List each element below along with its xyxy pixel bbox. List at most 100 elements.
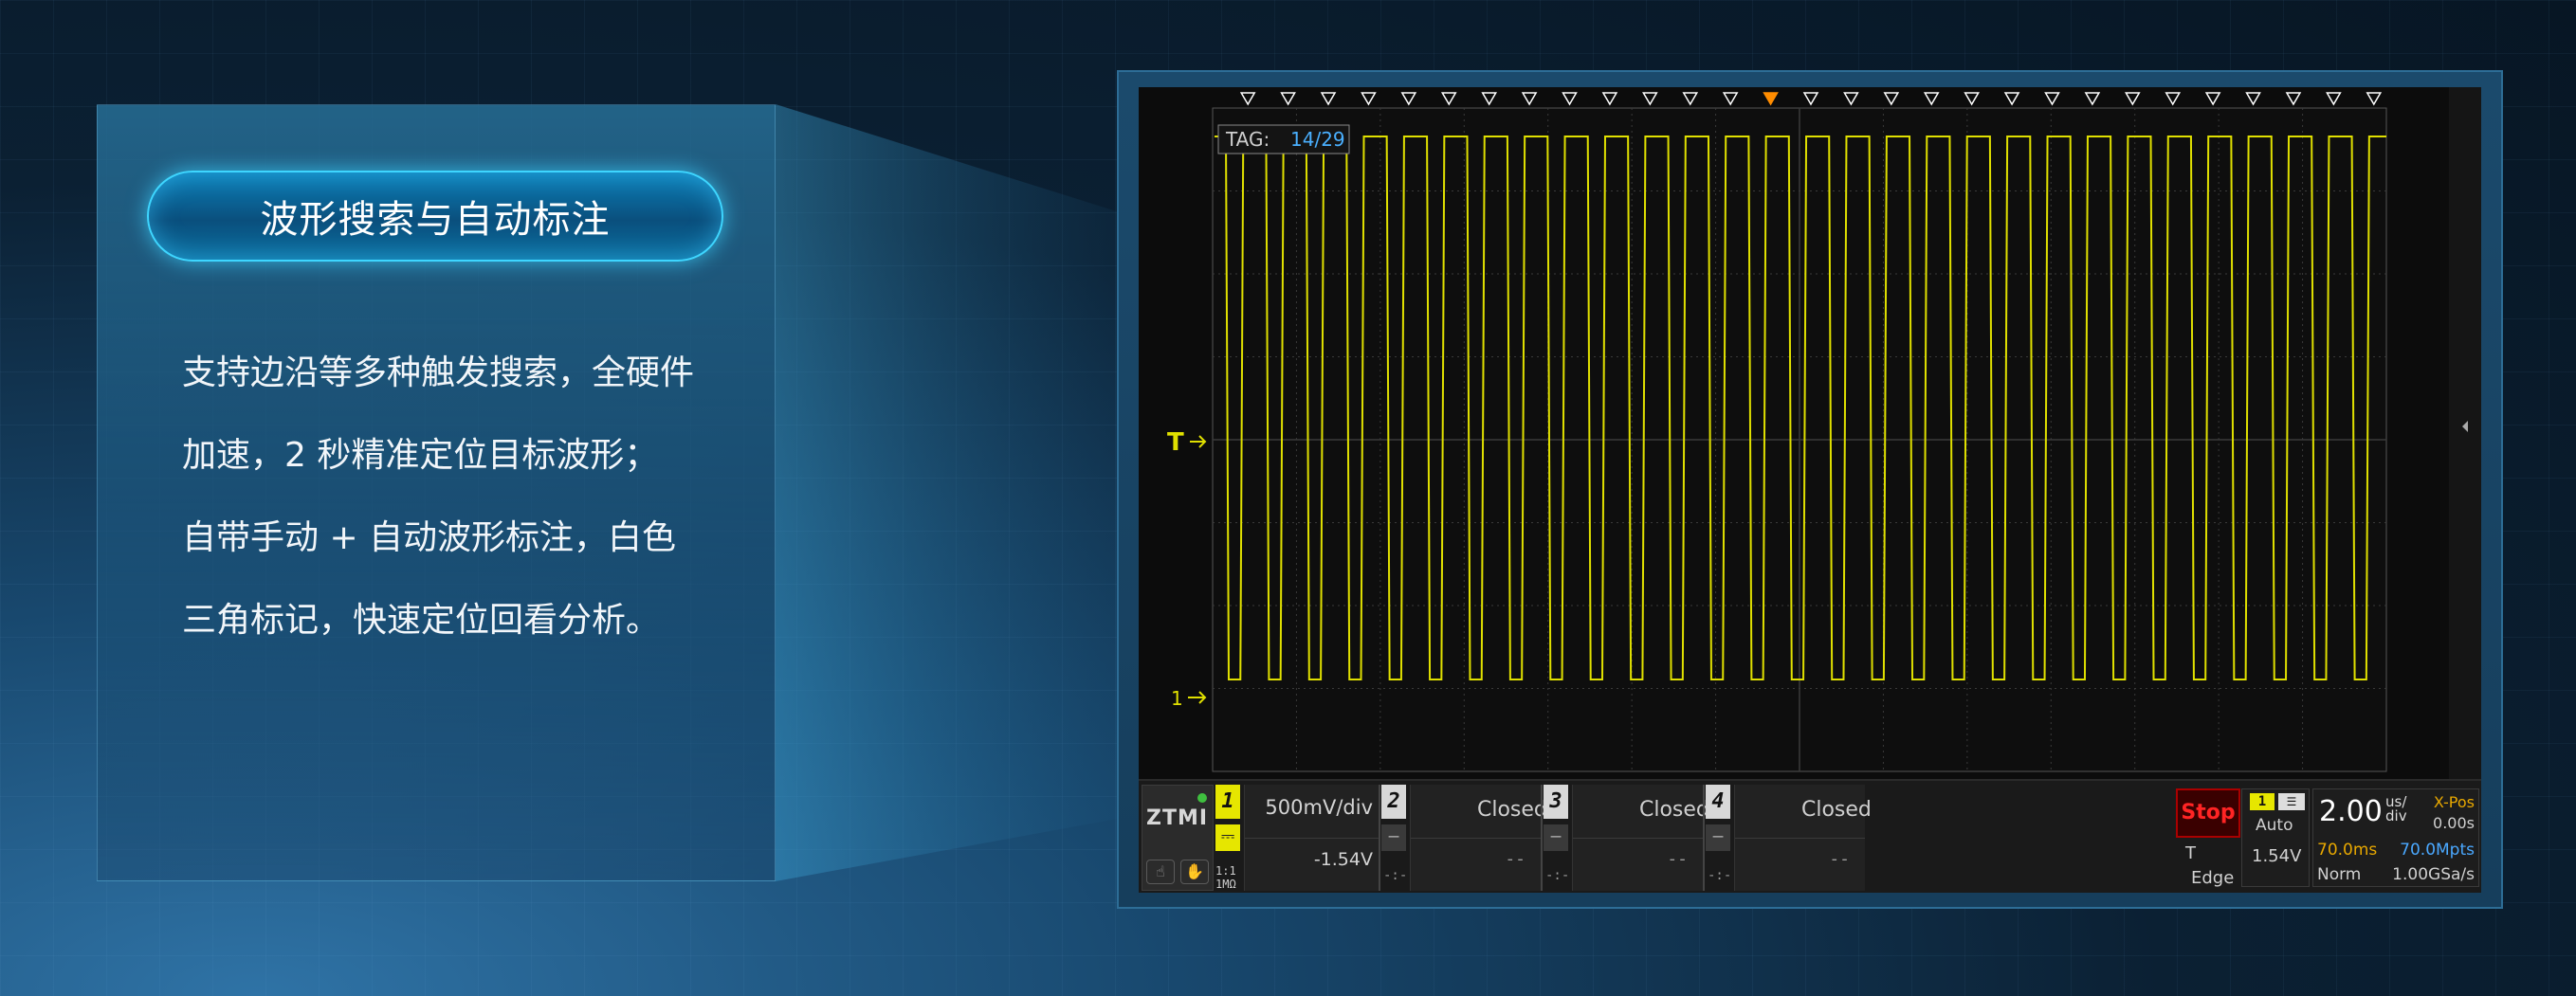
touch-icon[interactable]: ☝ xyxy=(1146,860,1175,884)
record-points: 70.0Mpts xyxy=(2400,841,2475,860)
channel-3-sub: -:- xyxy=(1545,868,1570,883)
trigger-menu-icon: ☰ xyxy=(2278,793,2305,810)
timebase-unit: us/ div xyxy=(2385,795,2407,824)
status-led-icon xyxy=(1197,793,1207,803)
search-mark-icon[interactable] xyxy=(1521,92,1538,106)
sample-rate: 1.00GSa/s xyxy=(2392,865,2475,884)
waveform-display[interactable]: TAG: 14/29 T 1 xyxy=(1139,87,2481,779)
acquisition-mode: Norm xyxy=(2317,865,2362,884)
channel-2-values: Closed -- xyxy=(1410,785,1547,891)
channel-2-sub: -:- xyxy=(1383,868,1408,883)
channel-4-panel[interactable]: 4 – -:- Closed -- xyxy=(1706,785,1872,891)
search-mark-icon[interactable] xyxy=(2003,92,2020,106)
input-impedance: 1MΩ xyxy=(1215,878,1236,891)
trigger-source-label: T xyxy=(2185,843,2196,863)
search-mark-icon[interactable] xyxy=(2084,92,2101,106)
search-mark-icon[interactable] xyxy=(2204,92,2221,106)
search-mark-icon[interactable] xyxy=(1802,92,1819,106)
tag-label: TAG: xyxy=(1225,128,1270,151)
trigger-level: 1.54V xyxy=(2252,846,2302,866)
channel-1-panel[interactable]: 1 ⎓ 1:1 1MΩ 500mV/div -1.54V xyxy=(1215,785,1379,891)
search-mark-icon[interactable] xyxy=(1964,92,1980,106)
trigger-panel[interactable]: 1 ☰ Auto 1.54V xyxy=(2241,788,2310,887)
channel-4-values: Closed -- xyxy=(1734,785,1872,891)
trigger-channel-badge: 1 xyxy=(2250,793,2275,810)
search-mark-icon[interactable] xyxy=(2125,92,2141,106)
search-mark-icon[interactable] xyxy=(2044,92,2060,106)
channel-2-panel[interactable]: 2 – -:- Closed -- xyxy=(1381,785,1547,891)
search-mark-icon[interactable] xyxy=(2326,92,2342,106)
channel-2-coupling-icon: – xyxy=(1381,824,1406,851)
channel-4-value: -- xyxy=(1829,849,1850,869)
channel-1-scale: 500mV/div xyxy=(1265,796,1373,819)
trigger-arrow-icon xyxy=(1190,435,1207,448)
channel-1-values: 500mV/div -1.54V xyxy=(1244,785,1379,891)
channel-2-number: 2 xyxy=(1381,785,1406,819)
search-mark-icon[interactable] xyxy=(1843,92,1859,106)
search-mark-icon[interactable] xyxy=(2245,92,2261,106)
trigger-type: Edge xyxy=(2191,868,2235,888)
channel-3-coupling-icon: – xyxy=(1544,824,1568,851)
feature-description: 支持边沿等多种触发搜索，全硬件 加速，2 秒精准定位目标波形； 自带手动 + 自… xyxy=(182,332,751,661)
channel-4-sub: -:- xyxy=(1708,868,1732,883)
xpos-label: X-Pos xyxy=(2433,793,2475,811)
channel-2-value: -- xyxy=(1505,849,1526,869)
search-mark-icon[interactable] xyxy=(1642,92,1658,106)
channel-3-panel[interactable]: 3 – -:- Closed -- xyxy=(1544,785,1709,891)
divider xyxy=(1703,785,1705,891)
description-line: 自带手动 + 自动波形标注，白色 xyxy=(182,518,677,557)
right-side-strip xyxy=(2449,87,2481,779)
search-mark-icon[interactable] xyxy=(1239,92,1256,106)
brand-logo-button[interactable]: ZTMI ☝ ✋ xyxy=(1142,785,1214,891)
hand-icon[interactable]: ✋ xyxy=(1180,860,1209,884)
channel-1-number: 1 xyxy=(1215,785,1240,819)
search-mark-icon[interactable] xyxy=(2366,92,2383,106)
search-mark-icon[interactable] xyxy=(2165,92,2182,106)
channel-1-impedance: 1:1 1MΩ xyxy=(1215,864,1244,891)
tag-counter: 14/29 xyxy=(1290,128,1345,151)
channel-3-value: -- xyxy=(1667,849,1688,869)
search-mark-icon[interactable] xyxy=(1682,92,1699,106)
channel-3-status: Closed xyxy=(1639,798,1709,822)
current-search-mark-icon[interactable] xyxy=(1763,92,1779,106)
search-mark-icon[interactable] xyxy=(2285,92,2302,106)
search-mark-icon[interactable] xyxy=(1481,92,1497,106)
xpos-value: 0.00s xyxy=(2433,814,2475,832)
channel-4-coupling-icon: – xyxy=(1706,824,1730,851)
trigger-level-marker[interactable]: T xyxy=(1167,428,1184,457)
timebase-value: 2.00 xyxy=(2319,795,2383,828)
search-mark-icon[interactable] xyxy=(1400,92,1417,106)
divider xyxy=(1541,785,1543,891)
record-length-time: 70.0ms xyxy=(2317,841,2378,860)
search-mark-icon[interactable] xyxy=(1722,92,1739,106)
channel-3-number: 3 xyxy=(1544,785,1568,819)
channel-1-offset: -1.54V xyxy=(1313,849,1373,870)
channel-4-status: Closed xyxy=(1801,798,1872,822)
run-stop-button[interactable]: Stop xyxy=(2176,788,2240,838)
trigger-mode: Auto xyxy=(2256,816,2293,835)
description-line: 支持边沿等多种触发搜索，全硬件 xyxy=(182,353,695,392)
oscilloscope-screen: TAG: 14/29 T 1 ZTMI ☝ ✋ 1 ⎓ 1:1 1MΩ 500mV/d… xyxy=(1139,87,2481,893)
feature-title: 波形搜索与自动标注 xyxy=(147,171,723,262)
search-mark-icon[interactable] xyxy=(1440,92,1457,106)
channel-3-values: Closed -- xyxy=(1572,785,1709,891)
dc-coupling-icon: ⎓ xyxy=(1215,824,1240,851)
search-mark-icon[interactable] xyxy=(1601,92,1618,106)
search-mark-icon[interactable] xyxy=(1280,92,1296,106)
search-mark-icon[interactable] xyxy=(1361,92,1377,106)
divider xyxy=(1379,785,1380,891)
search-mark-icon[interactable] xyxy=(1883,92,1900,106)
search-mark-icon[interactable] xyxy=(1923,92,1940,106)
channel-arrow-icon xyxy=(1188,691,1207,704)
brand-logo: ZTMI xyxy=(1146,806,1209,830)
search-mark-icon[interactable] xyxy=(1320,92,1337,106)
probe-ratio: 1:1 xyxy=(1215,864,1236,878)
description-line: 加速，2 秒精准定位目标波形； xyxy=(182,436,659,475)
channel-1-offset-marker[interactable]: 1 xyxy=(1171,687,1183,710)
channel-2-status: Closed xyxy=(1477,798,1547,822)
timebase-panel[interactable]: 2.00 us/ div X-Pos 0.00s 70.0ms 70.0Mpts… xyxy=(2312,788,2479,887)
channel-4-number: 4 xyxy=(1706,785,1730,819)
description-line: 三角标记，快速定位回看分析。 xyxy=(182,601,661,640)
search-mark-icon[interactable] xyxy=(1562,92,1578,106)
timebase-unit-bottom: div xyxy=(2385,807,2407,824)
